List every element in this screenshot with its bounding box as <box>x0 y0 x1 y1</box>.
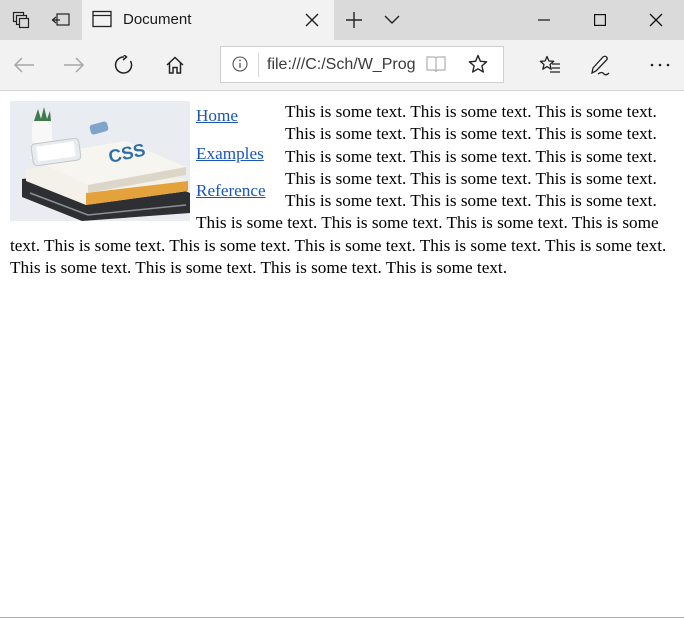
maximize-icon[interactable] <box>572 0 628 40</box>
link-reference[interactable]: Reference <box>196 180 274 202</box>
tab-document[interactable]: Document <box>82 0 334 40</box>
reading-view-icon[interactable] <box>426 55 446 78</box>
tab-title: Document <box>123 11 192 28</box>
pen-icon[interactable] <box>580 40 620 90</box>
link-examples[interactable]: Examples <box>196 143 274 165</box>
refresh-icon[interactable] <box>104 40 144 90</box>
info-icon[interactable] <box>232 56 248 77</box>
navigation-bar: file:///C:/Sch/W_Prog <box>0 40 684 91</box>
minimize-icon[interactable] <box>516 0 572 40</box>
home-icon[interactable] <box>155 40 195 90</box>
tab-preview-icon[interactable] <box>42 0 80 40</box>
tab-set-aside-icon[interactable] <box>2 0 40 40</box>
tab-strip: Document <box>0 0 684 40</box>
address-bar[interactable]: file:///C:/Sch/W_Prog <box>220 46 504 83</box>
tab-list-chevron-icon[interactable] <box>374 0 410 40</box>
url-text[interactable]: file:///C:/Sch/W_Prog <box>267 55 417 75</box>
star-icon[interactable] <box>468 54 488 79</box>
page-icon <box>92 10 112 33</box>
forward-arrow-icon[interactable] <box>54 40 94 90</box>
link-home[interactable]: Home <box>196 105 274 127</box>
close-icon[interactable] <box>290 0 334 40</box>
close-window-icon[interactable] <box>628 0 684 40</box>
favorites-list-icon[interactable] <box>530 40 570 90</box>
new-tab-plus-icon[interactable] <box>336 0 372 40</box>
link-list: Home Examples Reference <box>196 101 274 202</box>
back-arrow-icon[interactable] <box>4 40 44 90</box>
books-with-phone-image: CSS <box>10 101 190 221</box>
more-icon[interactable] <box>640 40 680 90</box>
address-divider <box>258 53 259 77</box>
page-content: CSS Home Examples Reference This is some… <box>10 101 667 279</box>
